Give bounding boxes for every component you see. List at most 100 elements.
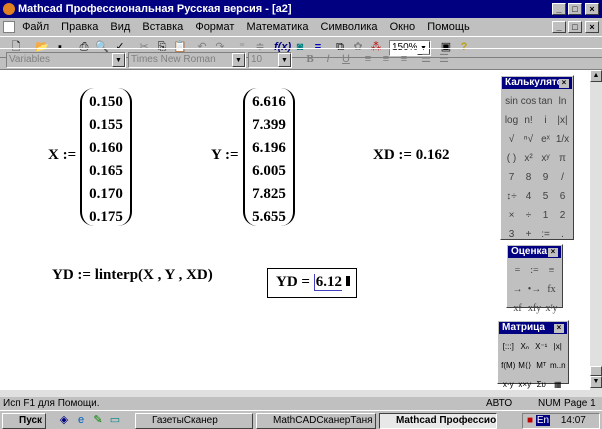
calculator-button[interactable]: n! <box>520 111 537 130</box>
font-select[interactable]: Times New Roman ▼ <box>128 52 246 68</box>
matrix-button[interactable]: f(M) <box>500 356 517 375</box>
doc-close-button[interactable]: × <box>585 21 599 33</box>
evaluation-button[interactable]: xf <box>509 299 526 318</box>
matrix-button[interactable]: Mᵀ <box>533 356 550 375</box>
calculator-button[interactable]: 2 <box>554 206 571 225</box>
align-left-icon[interactable]: ≡ <box>360 52 376 67</box>
matrix-button[interactable]: M⟨⟩ <box>517 356 534 375</box>
scroll-down-icon[interactable]: ▼ <box>590 376 602 388</box>
menu-view[interactable]: Вид <box>110 21 130 33</box>
yd-result-region[interactable]: YD = 6.12 <box>267 268 357 298</box>
menu-window[interactable]: Окно <box>390 21 416 33</box>
calculator-button[interactable]: × <box>503 206 520 225</box>
matrix-button[interactable]: m..n <box>550 356 567 375</box>
menu-math[interactable]: Математика <box>246 21 308 33</box>
xd-definition[interactable]: XD := 0.162 <box>373 147 449 164</box>
vertical-scrollbar[interactable]: ▲ ▼ <box>590 70 602 390</box>
calculator-button[interactable]: 9 <box>537 168 554 187</box>
task-button[interactable]: ГазетыСканер <box>135 413 253 429</box>
calculator-button[interactable]: 4 <box>520 187 537 206</box>
matrix-button[interactable]: X⁻¹ <box>533 337 550 356</box>
calculator-button[interactable]: 5 <box>537 187 554 206</box>
doc-restore-button[interactable]: □ <box>568 21 582 33</box>
calculator-button[interactable]: / <box>554 168 571 187</box>
calculator-button[interactable]: ln <box>554 92 571 111</box>
scroll-thumb[interactable] <box>590 366 602 376</box>
menu-edit[interactable]: Правка <box>61 21 98 33</box>
horizontal-scrollbar[interactable] <box>0 390 602 397</box>
y-value: 6.005 <box>252 163 286 179</box>
close-icon[interactable]: × <box>559 79 569 88</box>
yd-definition[interactable]: YD := linterp(X , Y , XD) <box>52 267 213 284</box>
calculator-button[interactable]: ⁿ√ <box>520 130 537 149</box>
close-icon[interactable]: × <box>548 248 558 257</box>
style-select[interactable]: Variables ▼ <box>6 52 126 68</box>
doc-icon[interactable] <box>3 21 15 34</box>
x-value: 0.165 <box>89 163 123 179</box>
calculator-button[interactable]: ( ) <box>503 149 520 168</box>
calculator-button[interactable]: . <box>554 225 571 244</box>
ie-icon[interactable]: e <box>73 413 89 428</box>
calculator-button[interactable]: ÷ <box>520 206 537 225</box>
task-button-active[interactable]: Mathcad Профессио... <box>379 413 497 429</box>
calculator-button[interactable]: xʸ <box>537 149 554 168</box>
bold-button[interactable]: B <box>302 52 318 67</box>
menu-insert[interactable]: Вставка <box>142 21 183 33</box>
calculator-button[interactable]: √ <box>503 130 520 149</box>
menu-help[interactable]: Помощь <box>427 21 470 33</box>
bullets-icon[interactable]: ☰ <box>418 52 434 67</box>
matrix-button[interactable]: |x| <box>550 337 567 356</box>
evaluation-button[interactable]: xfy <box>526 299 543 318</box>
evaluation-button[interactable]: → <box>509 280 526 299</box>
align-center-icon[interactable]: ≡ <box>378 52 394 67</box>
numbering-icon[interactable]: ☰ <box>436 52 452 67</box>
calculator-button[interactable]: |x| <box>554 111 571 130</box>
evaluation-button[interactable]: := <box>526 261 543 280</box>
evaluation-button[interactable]: = <box>509 261 526 280</box>
evaluation-button[interactable]: xᶠy <box>543 299 560 318</box>
scroll-up-icon[interactable]: ▲ <box>590 70 602 82</box>
calculator-button[interactable]: π <box>554 149 571 168</box>
menu-file[interactable]: Файл <box>22 21 49 33</box>
outlook-icon[interactable]: ✎ <box>90 413 106 428</box>
calculator-button[interactable]: + <box>520 225 537 244</box>
calculator-button[interactable]: 8 <box>520 168 537 187</box>
y-matrix[interactable]: 6.616 7.399 6.196 6.005 7.825 5.655 <box>243 88 295 226</box>
doc-minimize-button[interactable]: _ <box>552 21 566 33</box>
calculator-button[interactable]: tan <box>537 92 554 111</box>
desktop-icon[interactable]: ◈ <box>56 413 72 428</box>
matrix-button[interactable]: [:::] <box>500 337 517 356</box>
calculator-button[interactable]: log <box>503 111 520 130</box>
underline-button[interactable]: U <box>338 52 354 67</box>
close-icon[interactable]: × <box>554 324 564 333</box>
task-button[interactable]: MathCADСканерТаня - M... <box>256 413 376 429</box>
matrix-button[interactable]: Xₙ <box>517 337 534 356</box>
minimize-button[interactable]: _ <box>552 3 566 15</box>
x-matrix[interactable]: 0.150 0.155 0.160 0.165 0.170 0.175 <box>80 88 132 226</box>
menu-format[interactable]: Формат <box>195 21 234 33</box>
calculator-button[interactable]: 3 <box>503 225 520 244</box>
evaluation-button[interactable]: •→ <box>526 280 543 299</box>
align-right-icon[interactable]: ≡ <box>396 52 412 67</box>
calculator-button[interactable]: ↕÷ <box>503 187 520 206</box>
language-indicator[interactable]: En <box>535 415 551 426</box>
calculator-button[interactable]: 1/x <box>554 130 571 149</box>
maximize-button[interactable]: □ <box>568 3 582 15</box>
calculator-button[interactable]: sin <box>503 92 520 111</box>
calculator-button[interactable]: i <box>537 111 554 130</box>
channels-icon[interactable]: ▭ <box>107 413 123 428</box>
close-button[interactable]: × <box>585 3 599 15</box>
calculator-button[interactable]: cos <box>520 92 537 111</box>
italic-button[interactable]: I <box>320 52 336 67</box>
calculator-button[interactable]: eˣ <box>537 130 554 149</box>
calculator-button[interactable]: := <box>537 225 554 244</box>
calculator-button[interactable]: 1 <box>537 206 554 225</box>
menu-symbolics[interactable]: Символика <box>321 21 378 33</box>
calculator-button[interactable]: 7 <box>503 168 520 187</box>
evaluation-button[interactable]: ≡ <box>543 261 560 280</box>
size-select[interactable]: 10 ▼ <box>248 52 292 68</box>
start-button[interactable]: Пуск <box>2 413 46 429</box>
evaluation-button[interactable]: fx <box>543 280 560 299</box>
calculator-button[interactable]: x² <box>520 149 537 168</box>
calculator-button[interactable]: 6 <box>554 187 571 206</box>
